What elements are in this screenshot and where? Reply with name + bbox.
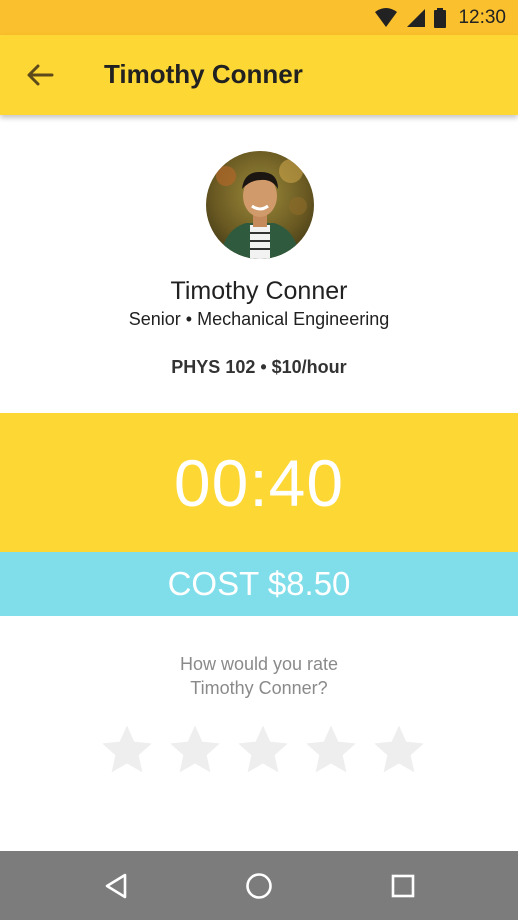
nav-back-button[interactable] [99, 869, 133, 903]
rating-stars [98, 722, 428, 778]
status-bar: 12:30 [0, 0, 518, 35]
avatar [206, 151, 314, 259]
signal-icon [407, 8, 426, 27]
nav-home-button[interactable] [242, 869, 276, 903]
star-icon[interactable] [302, 722, 360, 778]
back-triangle-icon [105, 873, 127, 899]
back-button[interactable] [22, 59, 58, 91]
page-title: Timothy Conner [104, 59, 303, 89]
star-icon[interactable] [166, 722, 224, 778]
nav-recents-button[interactable] [386, 869, 420, 903]
rating-question-line2: Timothy Conner? [190, 678, 328, 698]
course-rate: PHYS 102 • $10/hour [171, 357, 347, 377]
rating-question-line1: How would you rate [179, 654, 339, 674]
tutor-name: Timothy Conner [170, 277, 348, 305]
profile-section: Timothy Conner Senior • Mechanical Engin… [0, 115, 518, 413]
tutor-subtitle: Senior • Mechanical Engineering [128, 309, 390, 329]
arrow-back-icon [27, 64, 54, 86]
session-timer: 00:40 [173, 445, 345, 520]
battery-icon [434, 7, 447, 28]
wifi-icon [375, 7, 398, 27]
home-circle-icon [246, 873, 272, 899]
star-icon[interactable] [370, 722, 428, 778]
system-nav-bar [0, 851, 518, 920]
star-icon[interactable] [234, 722, 292, 778]
timer-panel: 00:40 [0, 413, 518, 552]
app-bar: Timothy Conner [0, 35, 518, 115]
session-cost: COST $8.50 [167, 565, 351, 602]
status-time: 12:30 [458, 6, 506, 28]
recents-square-icon [391, 874, 415, 898]
star-icon[interactable] [98, 722, 156, 778]
rating-question: How would you rate Timothy Conner? [0, 652, 518, 700]
cost-panel: COST $8.50 [0, 552, 518, 616]
